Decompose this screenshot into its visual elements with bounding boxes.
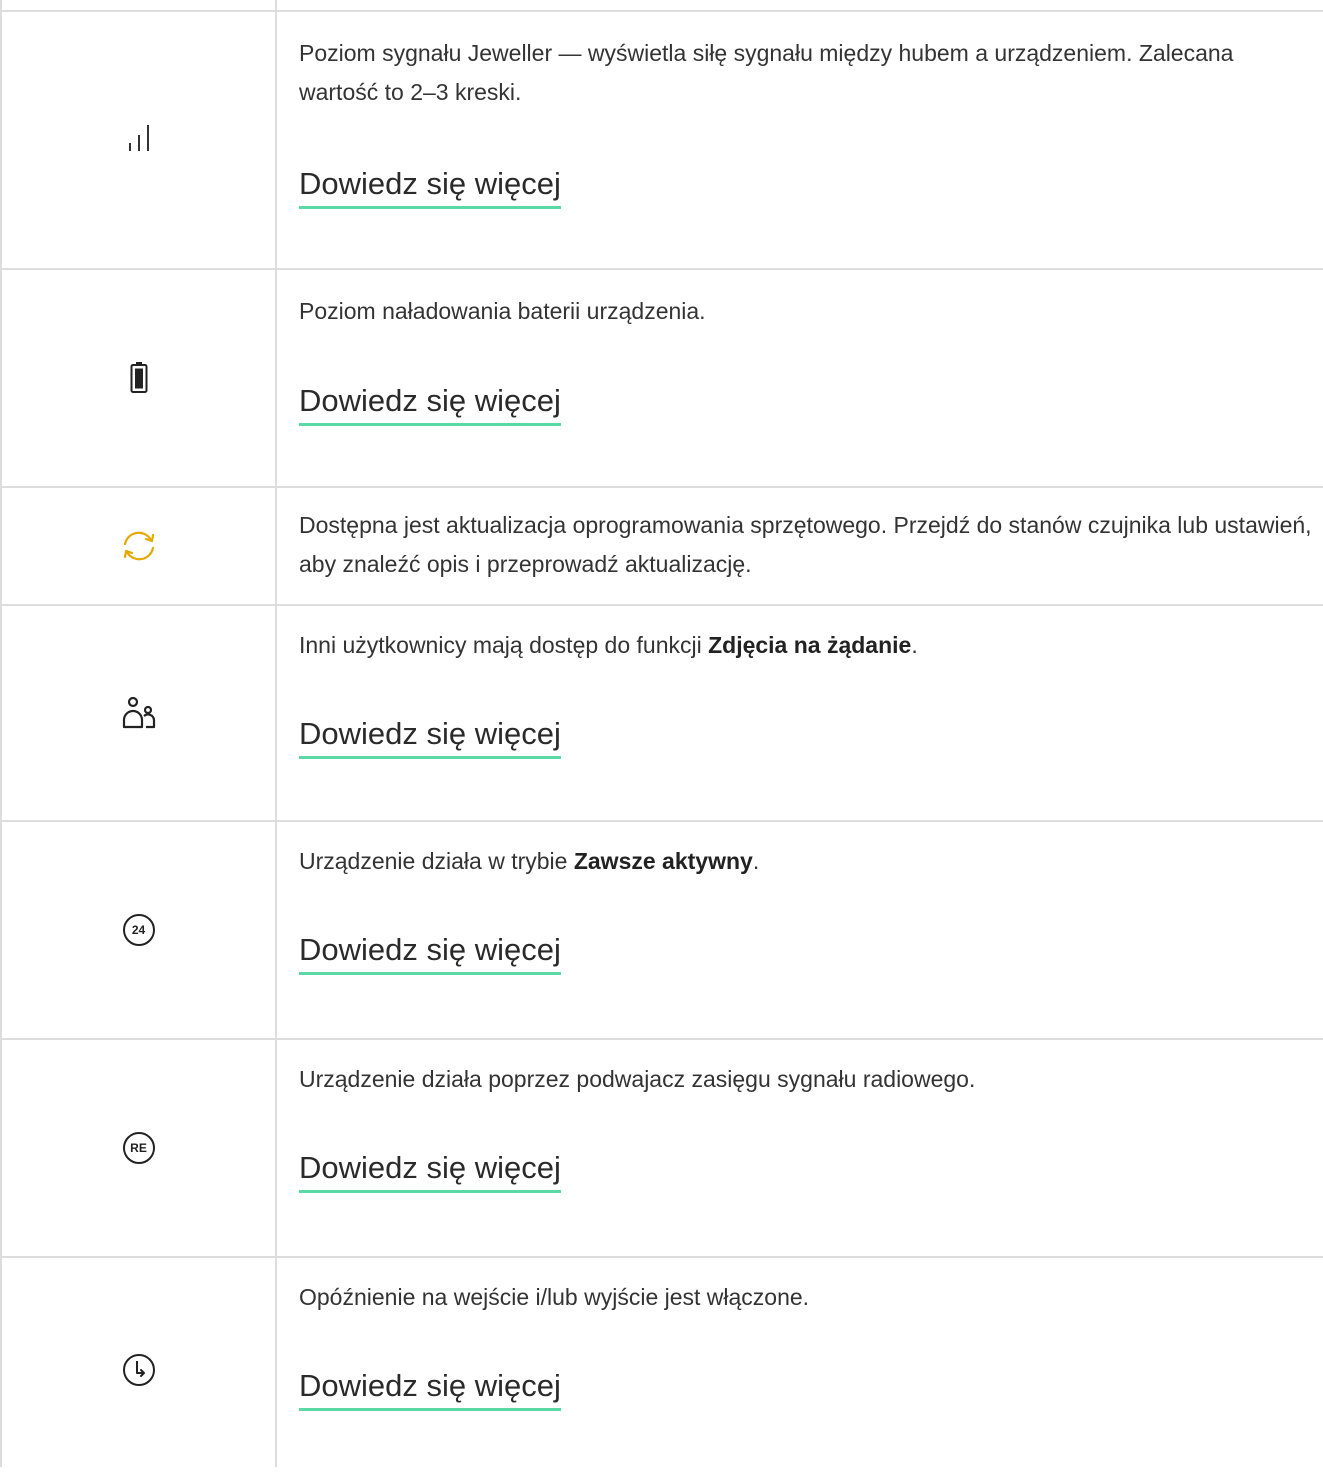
icon-cell bbox=[2, 1258, 275, 1481]
table-row: RE Urządzenie działa poprzez podwajacz z… bbox=[0, 1040, 1323, 1256]
learn-more-link[interactable]: Dowiedz się więcej bbox=[299, 714, 561, 759]
signal-strength-icon bbox=[119, 120, 159, 160]
users-icon bbox=[119, 693, 159, 733]
range-extender-re-icon: RE bbox=[119, 1128, 159, 1168]
icon-cell bbox=[2, 12, 275, 268]
mode-name: Zawsze aktywny bbox=[573, 848, 753, 874]
learn-more-link[interactable]: Dowiedz się więcej bbox=[299, 381, 561, 426]
row-description: Urządzenie działa poprzez podwajacz zasi… bbox=[299, 1066, 976, 1092]
row-description: Poziom sygnału Jeweller — wyświetla siłę… bbox=[299, 40, 1234, 105]
learn-more-link[interactable]: Dowiedz się więcej bbox=[299, 930, 561, 975]
row-description: Poziom naładowania baterii urządzenia. bbox=[299, 298, 706, 324]
table-row: Opóźnienie na wejście i/lub wyjście jest… bbox=[0, 1258, 1323, 1467]
icon-cell: 24 bbox=[2, 822, 275, 1038]
delay-clock-icon bbox=[119, 1350, 159, 1390]
always-active-24-icon: 24 bbox=[119, 910, 159, 950]
learn-more-link[interactable]: Dowiedz się więcej bbox=[299, 1366, 561, 1411]
table-row: Poziom naładowania baterii urządzenia. D… bbox=[0, 270, 1323, 486]
table-row: Poziom sygnału Jeweller — wyświetla siłę… bbox=[0, 12, 1323, 268]
row-description: Opóźnienie na wejście i/lub wyjście jest… bbox=[299, 1284, 810, 1310]
feature-name: Zdjęcia na żądanie bbox=[708, 632, 912, 658]
table-row: Dostępna jest aktualizacja oprogramowani… bbox=[0, 488, 1323, 604]
table-row: Inni użytkownicy mają dostęp do funkcji … bbox=[0, 606, 1323, 820]
icon-cell bbox=[2, 488, 275, 604]
icon-cell bbox=[2, 270, 275, 486]
learn-more-link[interactable]: Dowiedz się więcej bbox=[299, 164, 561, 209]
icon-cell bbox=[2, 606, 275, 820]
firmware-update-icon bbox=[117, 524, 161, 568]
table-row: 24 Urządzenie działa w trybie Zawsze akt… bbox=[0, 822, 1323, 1038]
status-icons-table: Poziom sygnału Jeweller — wyświetla siłę… bbox=[0, 0, 1323, 1467]
icon-cell: RE bbox=[2, 1040, 275, 1256]
battery-icon bbox=[127, 358, 151, 398]
learn-more-link[interactable]: Dowiedz się więcej bbox=[299, 1148, 561, 1193]
row-description: Inni użytkownicy mają dostęp do funkcji … bbox=[299, 632, 918, 658]
row-description: Dostępna jest aktualizacja oprogramowani… bbox=[299, 512, 1312, 577]
row-description: Urządzenie działa w trybie Zawsze aktywn… bbox=[299, 848, 760, 874]
